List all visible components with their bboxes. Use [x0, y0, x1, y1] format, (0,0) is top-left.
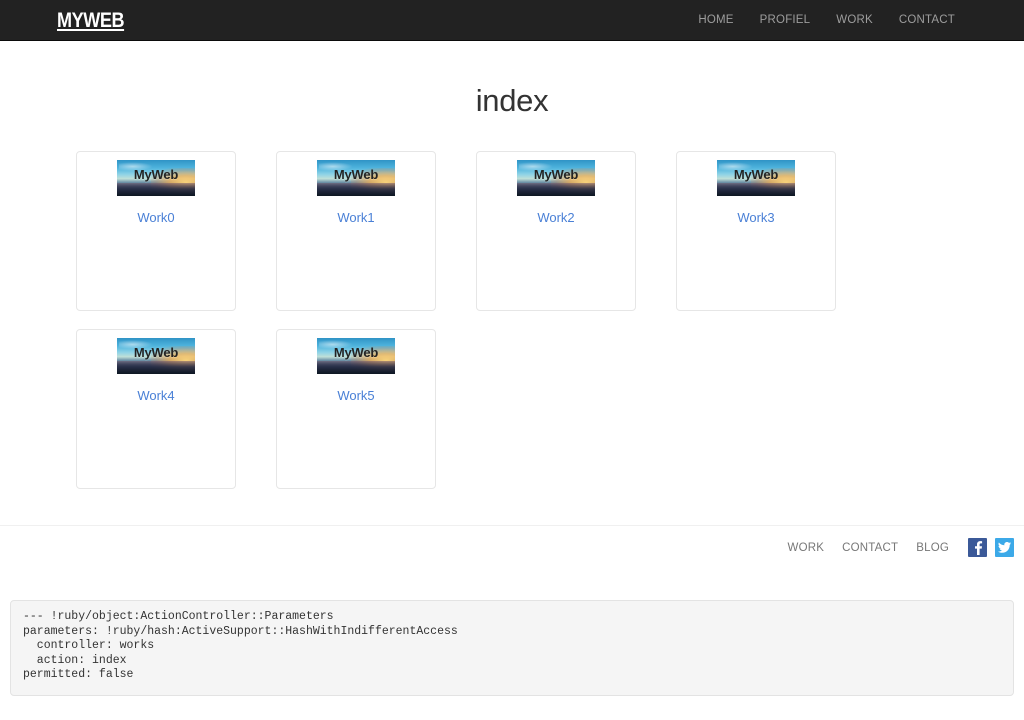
work-thumbnail-image[interactable]: MyWeb [117, 160, 195, 196]
work-thumbnail-image[interactable]: MyWeb [317, 160, 395, 196]
facebook-icon[interactable] [968, 538, 987, 557]
work-thumbnail-image[interactable]: MyWeb [317, 338, 395, 374]
work-grid: MyWeb Work0 MyWeb Work1 MyWeb Work2 MyWe… [0, 151, 1024, 489]
nav-item-profiel[interactable]: PROFIEL [747, 14, 824, 26]
page-title: index [475, 83, 549, 118]
wave-decoration [117, 361, 195, 374]
work-card-link[interactable]: Work5 [337, 388, 374, 403]
footer-nav: WORK CONTACT BLOG [779, 542, 958, 554]
brand-logo[interactable]: MYWEB [57, 10, 125, 31]
navbar: MYWEB HOME PROFIEL WORK CONTACT [0, 0, 1024, 41]
work-card[interactable]: MyWeb Work0 [76, 151, 236, 311]
work-card[interactable]: MyWeb Work1 [276, 151, 436, 311]
work-thumbnail-image[interactable]: MyWeb [517, 160, 595, 196]
footer: WORK CONTACT BLOG [0, 525, 1024, 557]
footer-item-contact[interactable]: CONTACT [833, 542, 907, 554]
nav-item-contact[interactable]: CONTACT [886, 14, 968, 26]
debug-params-panel: --- !ruby/object:ActionController::Param… [10, 600, 1014, 696]
thumbnail-label: MyWeb [333, 345, 379, 360]
work-card-link[interactable]: Work3 [737, 210, 774, 225]
wave-decoration [717, 183, 795, 196]
work-card-link[interactable]: Work2 [537, 210, 574, 225]
primary-nav: HOME PROFIEL WORK CONTACT [685, 14, 968, 26]
work-card[interactable]: MyWeb Work4 [76, 329, 236, 489]
wave-decoration [117, 183, 195, 196]
wave-decoration [317, 183, 395, 196]
thumbnail-label: MyWeb [733, 167, 779, 182]
social-links [968, 538, 1014, 557]
work-thumbnail-image[interactable]: MyWeb [717, 160, 795, 196]
work-grid-row: MyWeb Work4 MyWeb Work5 [0, 329, 1024, 489]
debug-params-text: --- !ruby/object:ActionController::Param… [23, 610, 458, 681]
thumbnail-label: MyWeb [333, 167, 379, 182]
wave-decoration [317, 361, 395, 374]
wave-decoration [517, 183, 595, 196]
work-card[interactable]: MyWeb Work2 [476, 151, 636, 311]
thumbnail-label: MyWeb [533, 167, 579, 182]
thumbnail-label: MyWeb [133, 345, 179, 360]
work-card[interactable]: MyWeb Work3 [676, 151, 836, 311]
work-card[interactable]: MyWeb Work5 [276, 329, 436, 489]
work-card-link[interactable]: Work1 [337, 210, 374, 225]
nav-item-home[interactable]: HOME [685, 14, 746, 26]
nav-item-work[interactable]: WORK [823, 14, 886, 26]
thumbnail-label: MyWeb [133, 167, 179, 182]
work-thumbnail-image[interactable]: MyWeb [117, 338, 195, 374]
work-grid-row: MyWeb Work0 MyWeb Work1 MyWeb Work2 MyWe… [0, 151, 1024, 311]
work-card-link[interactable]: Work0 [137, 210, 174, 225]
work-card-link[interactable]: Work4 [137, 388, 174, 403]
footer-item-work[interactable]: WORK [779, 542, 834, 554]
twitter-icon[interactable] [995, 538, 1014, 557]
footer-item-blog[interactable]: BLOG [907, 542, 958, 554]
